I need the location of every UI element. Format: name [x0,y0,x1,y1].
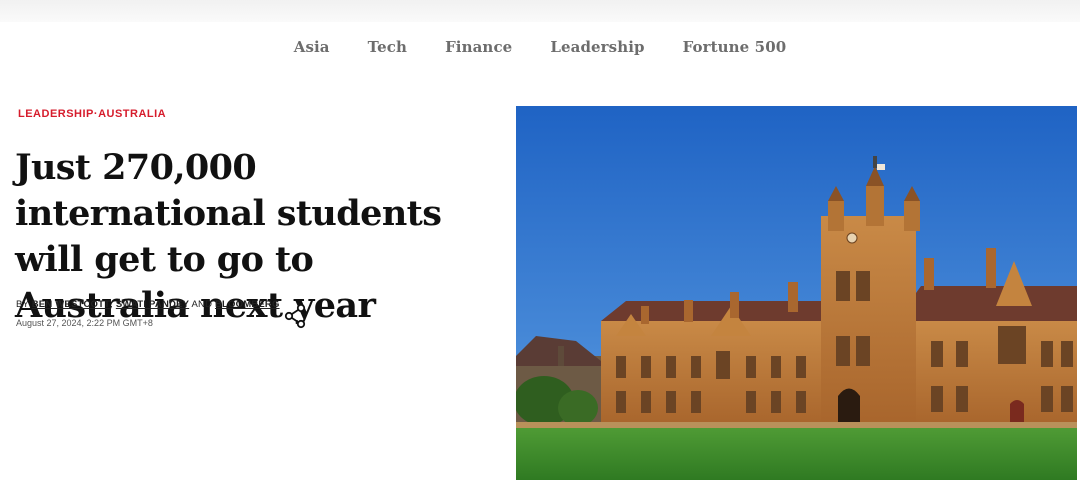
top-bar [0,0,1080,22]
article-page: Asia Tech Finance Leadership Fortune 500… [0,0,1080,485]
author-link[interactable]: BEN WESTCOTT [32,299,110,310]
byline-prefix: BY [16,299,29,310]
nav-item-tech[interactable]: Tech [368,38,407,56]
kicker-section-link[interactable]: LEADERSHIP [18,108,94,120]
author-link[interactable]: SWATI PANDEY [116,299,189,310]
share-button[interactable] [283,303,309,329]
kicker-topic-link[interactable]: AUSTRALIA [98,108,166,120]
nav-item-fortune-500[interactable]: Fortune 500 [683,38,787,56]
hero-image [516,106,1077,480]
publish-date: August 27, 2024, 2:22 PM GMT+8 [16,318,153,328]
nav-item-leadership[interactable]: Leadership [550,38,644,56]
nav-item-finance[interactable]: Finance [445,38,512,56]
byline: BY BEN WESTCOTT, SWATI PANDEY AND BLOOMB… [16,299,280,310]
university-building-photo [516,106,1077,480]
share-icon [284,303,306,329]
author-and: AND [189,299,215,310]
article-kicker: LEADERSHIP·AUSTRALIA [18,108,166,120]
nav-item-asia[interactable]: Asia [294,38,330,56]
author-link[interactable]: BLOOMBERG [215,299,280,310]
main-nav: Asia Tech Finance Leadership Fortune 500 [0,38,1080,68]
